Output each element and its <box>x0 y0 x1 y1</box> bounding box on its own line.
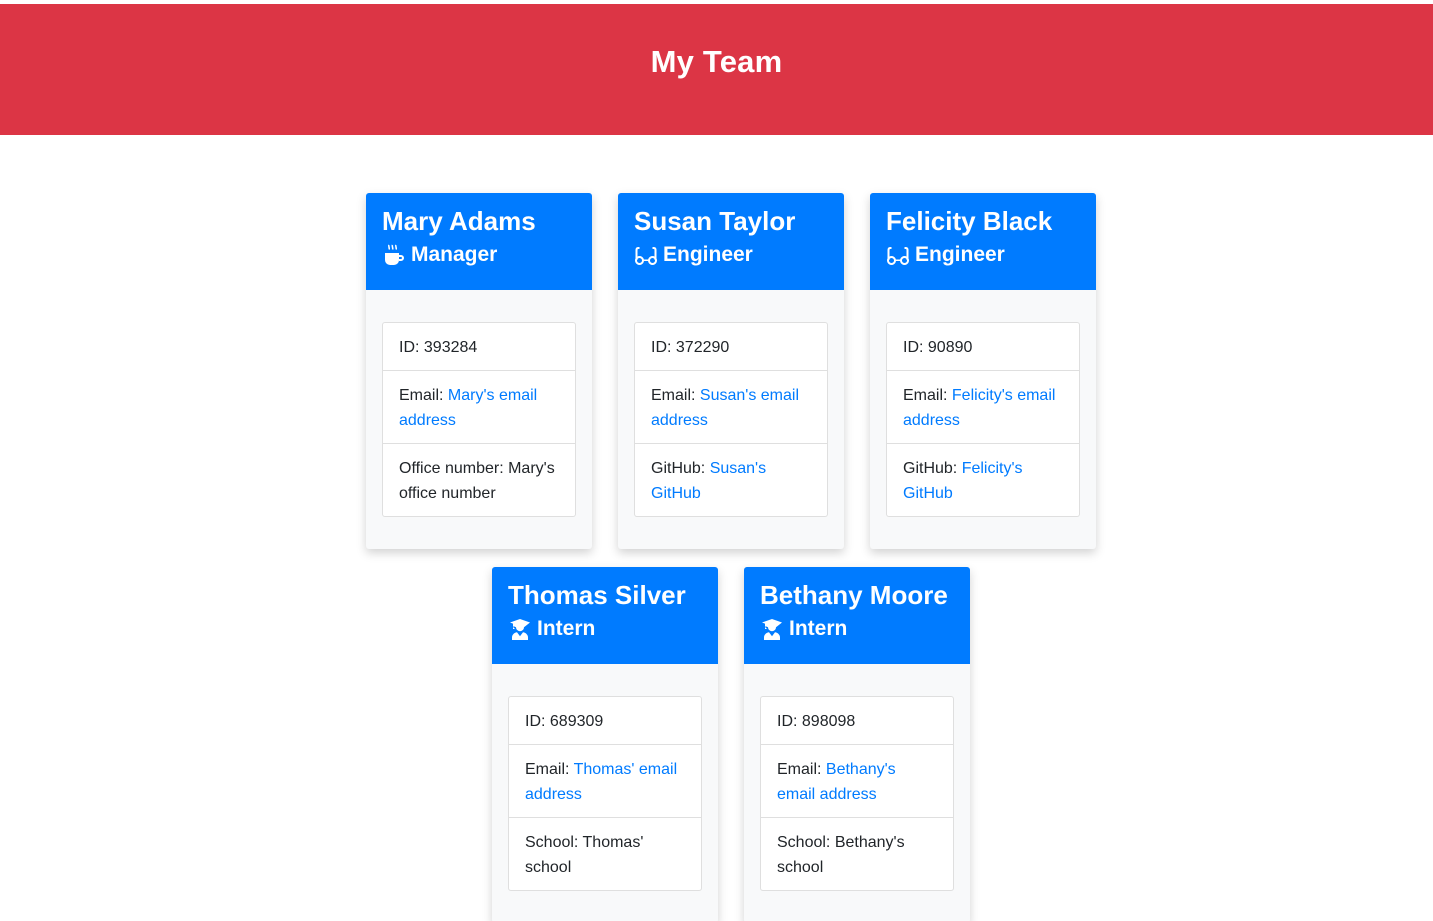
office-number-item: Office number: Mary's office number <box>383 444 575 516</box>
employee-role: Engineer <box>886 243 1080 267</box>
info-list: ID: 689309 Email: Thomas' email address … <box>508 696 702 891</box>
card-header: Thomas Silver Intern <box>492 567 718 664</box>
card-header: Mary Adams Manager <box>366 193 592 290</box>
school-text: School: Bethany's school <box>777 834 905 876</box>
email-item: Email: Thomas' email address <box>509 745 701 818</box>
card-header: Susan Taylor Engineer <box>618 193 844 290</box>
employee-role: Intern <box>760 617 954 641</box>
info-list: ID: 898098 Email: Bethany's email addres… <box>760 696 954 891</box>
card-header: Bethany Moore Intern <box>744 567 970 664</box>
employee-card-bethany-moore: Bethany Moore Intern ID: 898098 Email: B… <box>744 567 970 921</box>
id-item: ID: 689309 <box>509 697 701 745</box>
github-item: GitHub: Felicity's GitHub <box>887 444 1079 516</box>
card-body: ID: 372290 Email: Susan's email address … <box>618 290 844 549</box>
graduate-icon <box>510 619 530 640</box>
role-label: Manager <box>411 243 498 266</box>
employee-card-thomas-silver: Thomas Silver Intern ID: 689309 Email: T… <box>492 567 718 921</box>
github-item: GitHub: Susan's GitHub <box>635 444 827 516</box>
employee-card-felicity-black: Felicity Black Engineer ID: 90890 Email:… <box>870 193 1096 549</box>
id-text: ID: 898098 <box>777 713 856 730</box>
employee-card-susan-taylor: Susan Taylor Engineer ID: 372290 Email: … <box>618 193 844 549</box>
email-prefix: Email: <box>399 387 448 404</box>
email-prefix: Email: <box>651 387 700 404</box>
glasses-icon <box>635 247 658 265</box>
employee-card-mary-adams: Mary Adams Manager ID: 393284 Email: Mar… <box>366 193 592 549</box>
id-item: ID: 898098 <box>761 697 953 745</box>
office-number-text: Office number: Mary's office number <box>399 460 555 502</box>
employee-name: Mary Adams <box>382 206 536 236</box>
email-item: Email: Mary's email address <box>383 371 575 444</box>
card-body: ID: 393284 Email: Mary's email address O… <box>366 290 592 549</box>
employee-name: Susan Taylor <box>634 206 796 236</box>
page-header: My Team <box>0 4 1433 135</box>
email-item: Email: Felicity's email address <box>887 371 1079 444</box>
email-prefix: Email: <box>777 761 826 778</box>
role-label: Intern <box>789 617 848 640</box>
team-container: Mary Adams Manager ID: 393284 Email: Mar… <box>0 135 1433 921</box>
employee-name: Bethany Moore <box>760 580 948 610</box>
employee-role: Intern <box>508 617 702 641</box>
email-item: Email: Susan's email address <box>635 371 827 444</box>
employee-name: Felicity Black <box>886 206 1053 236</box>
role-label: Intern <box>537 617 596 640</box>
email-prefix: Email: <box>903 387 952 404</box>
glasses-icon <box>887 247 910 265</box>
info-list: ID: 393284 Email: Mary's email address O… <box>382 322 576 517</box>
id-text: ID: 372290 <box>651 339 730 356</box>
school-item: School: Thomas' school <box>509 818 701 890</box>
card-body: ID: 689309 Email: Thomas' email address … <box>492 664 718 921</box>
email-item: Email: Bethany's email address <box>761 745 953 818</box>
graduate-icon <box>762 619 782 640</box>
card-header: Felicity Black Engineer <box>870 193 1096 290</box>
info-list: ID: 90890 Email: Felicity's email addres… <box>886 322 1080 517</box>
page-title: My Team <box>650 43 783 79</box>
role-label: Engineer <box>663 243 753 266</box>
github-prefix: GitHub: <box>903 460 962 477</box>
info-list: ID: 372290 Email: Susan's email address … <box>634 322 828 517</box>
id-item: ID: 393284 <box>383 323 575 371</box>
coffee-icon <box>385 244 404 265</box>
school-text: School: Thomas' school <box>525 834 644 876</box>
github-prefix: GitHub: <box>651 460 710 477</box>
school-item: School: Bethany's school <box>761 818 953 890</box>
id-item: ID: 90890 <box>887 323 1079 371</box>
id-text: ID: 689309 <box>525 713 604 730</box>
card-body: ID: 90890 Email: Felicity's email addres… <box>870 290 1096 549</box>
card-body: ID: 898098 Email: Bethany's email addres… <box>744 664 970 921</box>
employee-name: Thomas Silver <box>508 580 686 610</box>
id-item: ID: 372290 <box>635 323 827 371</box>
employee-role: Manager <box>382 243 576 267</box>
id-text: ID: 393284 <box>399 339 478 356</box>
email-prefix: Email: <box>525 761 574 778</box>
role-label: Engineer <box>915 243 1005 266</box>
id-text: ID: 90890 <box>903 339 973 356</box>
employee-role: Engineer <box>634 243 828 267</box>
